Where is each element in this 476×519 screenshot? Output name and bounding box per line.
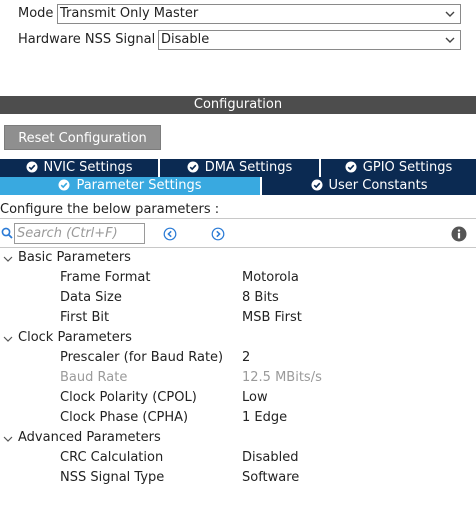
check-circle-icon: [187, 161, 199, 173]
param-name: Frame Format: [60, 270, 151, 285]
configure-note: Configure the below parameters :: [0, 202, 220, 217]
chevron-down-icon[interactable]: [3, 434, 13, 444]
param-value[interactable]: 1 Edge: [242, 410, 287, 425]
param-value[interactable]: Low: [242, 390, 268, 405]
tab-label: NVIC Settings: [43, 160, 133, 175]
tab-label: User Constants: [328, 178, 428, 193]
search-icon: [1, 227, 13, 239]
check-circle-icon: [345, 161, 357, 173]
divider: [0, 247, 476, 248]
param-value[interactable]: 8 Bits: [242, 290, 279, 305]
tab-label: DMA Settings: [204, 160, 293, 175]
group-basic-parameters[interactable]: Basic Parameters: [18, 250, 131, 265]
mode-label: Mode: [18, 6, 54, 21]
tab-user-constants[interactable]: User Constants: [262, 177, 476, 195]
previous-result-icon[interactable]: [163, 227, 177, 241]
nss-select[interactable]: Disable: [158, 30, 461, 50]
param-name: CRC Calculation: [60, 450, 164, 465]
mode-select[interactable]: Transmit Only Master: [57, 4, 461, 24]
nss-select-value: Disable: [161, 32, 210, 47]
chevron-down-icon: [445, 37, 455, 43]
check-circle-icon: [58, 179, 70, 191]
param-name: Prescaler (for Baud Rate): [60, 350, 224, 365]
param-value[interactable]: Disabled: [242, 450, 298, 465]
chevron-down-icon[interactable]: [3, 334, 13, 344]
check-circle-icon: [26, 161, 37, 173]
param-value[interactable]: Software: [242, 470, 299, 485]
param-name: Baud Rate: [60, 370, 128, 385]
nss-label: Hardware NSS Signal: [18, 32, 156, 47]
tab-parameter-settings[interactable]: Parameter Settings: [0, 177, 260, 195]
search-input[interactable]: Search (Ctrl+F): [14, 223, 145, 244]
info-icon[interactable]: [451, 226, 467, 242]
group-clock-parameters[interactable]: Clock Parameters: [18, 330, 132, 345]
param-value[interactable]: 2: [242, 350, 250, 365]
tab-nvic-settings[interactable]: NVIC Settings: [0, 159, 158, 177]
check-circle-icon: [311, 179, 322, 191]
tab-label: Parameter Settings: [76, 178, 202, 193]
chevron-down-icon: [445, 11, 455, 17]
param-name: NSS Signal Type: [60, 470, 165, 485]
group-advanced-parameters[interactable]: Advanced Parameters: [18, 430, 161, 445]
param-name: Data Size: [60, 290, 122, 305]
param-value[interactable]: Motorola: [242, 270, 299, 285]
param-name: Clock Phase (CPHA): [60, 410, 189, 425]
param-value: 12.5 MBits/s: [242, 370, 322, 385]
chevron-down-icon[interactable]: [3, 254, 13, 264]
tab-dma-settings[interactable]: DMA Settings: [160, 159, 319, 177]
divider: [0, 218, 476, 219]
mode-select-value: Transmit Only Master: [60, 6, 199, 21]
param-value[interactable]: MSB First: [242, 310, 302, 325]
tab-gpio-settings[interactable]: GPIO Settings: [321, 159, 476, 177]
reset-configuration-button[interactable]: Reset Configuration: [4, 125, 161, 150]
configuration-header: Configuration: [0, 96, 476, 114]
param-name: Clock Polarity (CPOL): [60, 390, 197, 405]
tab-label: GPIO Settings: [362, 160, 453, 175]
next-result-icon[interactable]: [211, 227, 225, 241]
param-name: First Bit: [60, 310, 110, 325]
